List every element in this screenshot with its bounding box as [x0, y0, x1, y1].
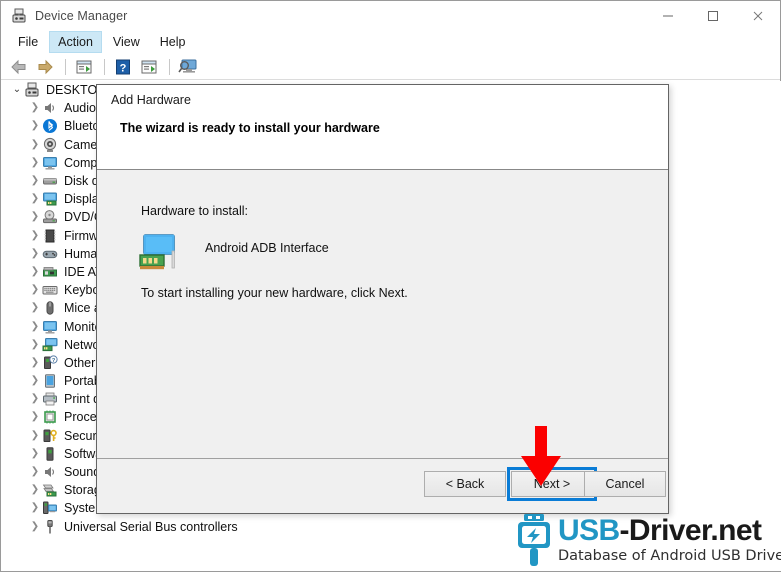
- dialog-header: Add Hardware The wizard is ready to inst…: [97, 85, 668, 170]
- chevron-right-icon[interactable]: ❯: [28, 266, 42, 277]
- watermark-subtitle: Database of Android USB Driver: [558, 547, 781, 564]
- menu-item-help[interactable]: Help: [151, 31, 195, 53]
- menu-item-file[interactable]: File: [9, 31, 47, 53]
- menu-bar: File Action View Help: [1, 30, 780, 54]
- help-icon[interactable]: ?: [111, 56, 135, 78]
- instruction-text: To start installing your new hardware, c…: [141, 286, 408, 300]
- menu-item-action[interactable]: Action: [49, 31, 102, 53]
- watermark-title-secondary: -Driver.net: [619, 513, 762, 547]
- device-manager-icon: [11, 8, 27, 24]
- monitor-icon: [42, 319, 58, 335]
- show-hidden-devices-icon[interactable]: [176, 56, 200, 78]
- dialog-caption: Add Hardware: [111, 93, 191, 107]
- next-button[interactable]: Next >: [507, 467, 597, 501]
- hardware-to-install-label: Hardware to install:: [141, 204, 248, 218]
- chevron-right-icon[interactable]: ❯: [28, 285, 42, 295]
- chevron-right-icon[interactable]: ❯: [28, 412, 42, 422]
- close-icon[interactable]: [735, 1, 780, 30]
- window-controls: [645, 1, 780, 30]
- chevron-right-icon[interactable]: ❯: [28, 394, 42, 404]
- computer-icon: [24, 82, 40, 98]
- chevron-right-icon[interactable]: ❯: [28, 376, 42, 386]
- chevron-right-icon[interactable]: ❯: [28, 339, 42, 350]
- title-bar: Device Manager: [1, 1, 780, 30]
- usb-icon: [42, 519, 58, 535]
- chevron-right-icon[interactable]: ❯: [28, 248, 42, 259]
- usb-plug-icon: [512, 512, 556, 568]
- system-device-icon: [42, 500, 58, 516]
- toolbar: ?: [1, 54, 780, 80]
- chevron-right-icon[interactable]: ❯: [28, 521, 42, 532]
- chevron-right-icon[interactable]: ❯: [28, 103, 42, 113]
- speaker-icon: [42, 464, 58, 480]
- chevron-right-icon[interactable]: ❯: [28, 139, 42, 150]
- chevron-right-icon[interactable]: ❯: [28, 212, 42, 222]
- software-device-icon: [42, 446, 58, 462]
- monitor-icon: [42, 155, 58, 171]
- unknown-device-icon: ?: [42, 355, 58, 371]
- chevron-right-icon[interactable]: ❯: [28, 485, 42, 495]
- display-adapter-icon: [42, 191, 58, 207]
- dialog-body: Hardware to install: Android ADB Interfa…: [97, 171, 668, 459]
- mouse-icon: [42, 300, 58, 316]
- add-hardware-dialog: Add Hardware The wizard is ready to inst…: [96, 84, 669, 514]
- chevron-down-icon[interactable]: ⌄: [10, 85, 24, 95]
- toolbar-separator: [104, 58, 105, 75]
- camera-icon: [42, 137, 58, 153]
- storage-controller-icon: [42, 482, 58, 498]
- forward-arrow-icon[interactable]: [33, 56, 57, 78]
- watermark-title: USB-Driver.net: [558, 513, 781, 547]
- tree-item-label: Universal Serial Bus controllers: [64, 519, 238, 534]
- chevron-right-icon[interactable]: ❯: [28, 503, 42, 513]
- chevron-right-icon[interactable]: ❯: [28, 176, 42, 186]
- maximize-icon[interactable]: [690, 1, 735, 30]
- network-adapter-icon: [139, 233, 181, 273]
- svg-text:?: ?: [120, 62, 127, 74]
- gamepad-icon: [42, 246, 58, 262]
- watermark-logo: USB-Driver.net Database of Android USB D…: [512, 509, 781, 571]
- disk-icon: [42, 173, 58, 189]
- firmware-icon: [42, 228, 58, 244]
- chevron-right-icon[interactable]: ❯: [28, 303, 42, 313]
- toolbar-separator: [169, 58, 170, 75]
- chevron-right-icon[interactable]: ❯: [28, 430, 42, 441]
- properties-icon[interactable]: [72, 56, 96, 78]
- dialog-heading: The wizard is ready to install your hard…: [120, 121, 380, 135]
- chevron-right-icon[interactable]: ❯: [28, 194, 42, 204]
- scan-hardware-icon[interactable]: [137, 56, 161, 78]
- watermark-texts: USB-Driver.net Database of Android USB D…: [558, 513, 781, 565]
- dvd-icon: [42, 209, 58, 225]
- toolbar-separator: [65, 58, 66, 75]
- chevron-right-icon[interactable]: ❯: [28, 157, 42, 168]
- watermark-title-primary: USB: [558, 513, 620, 547]
- chevron-right-icon[interactable]: ❯: [28, 230, 42, 241]
- minimize-icon[interactable]: [645, 1, 690, 30]
- chevron-right-icon[interactable]: ❯: [28, 467, 42, 477]
- keyboard-icon: [42, 282, 58, 298]
- menu-item-view[interactable]: View: [104, 31, 149, 53]
- chevron-right-icon[interactable]: ❯: [28, 121, 42, 131]
- chevron-right-icon[interactable]: ❯: [28, 357, 42, 368]
- ide-controller-icon: [42, 264, 58, 280]
- back-button[interactable]: < Back: [424, 471, 506, 497]
- portable-device-icon: [42, 373, 58, 389]
- dialog-footer: < Back Next > Cancel: [97, 458, 668, 513]
- bluetooth-icon: [42, 118, 58, 134]
- chevron-right-icon[interactable]: ❯: [28, 321, 42, 332]
- window-title: Device Manager: [35, 8, 128, 23]
- back-arrow-icon[interactable]: [7, 56, 31, 78]
- printer-icon: [42, 391, 58, 407]
- security-device-icon: [42, 428, 58, 444]
- processor-icon: [42, 409, 58, 425]
- hardware-name: Android ADB Interface: [205, 241, 329, 255]
- cancel-button[interactable]: Cancel: [584, 471, 666, 497]
- network-adapter-icon: [42, 337, 58, 353]
- chevron-right-icon[interactable]: ❯: [28, 448, 42, 459]
- device-manager-window: Device Manager File Action View Help ? ⌄…: [0, 0, 781, 572]
- speaker-icon: [42, 100, 58, 116]
